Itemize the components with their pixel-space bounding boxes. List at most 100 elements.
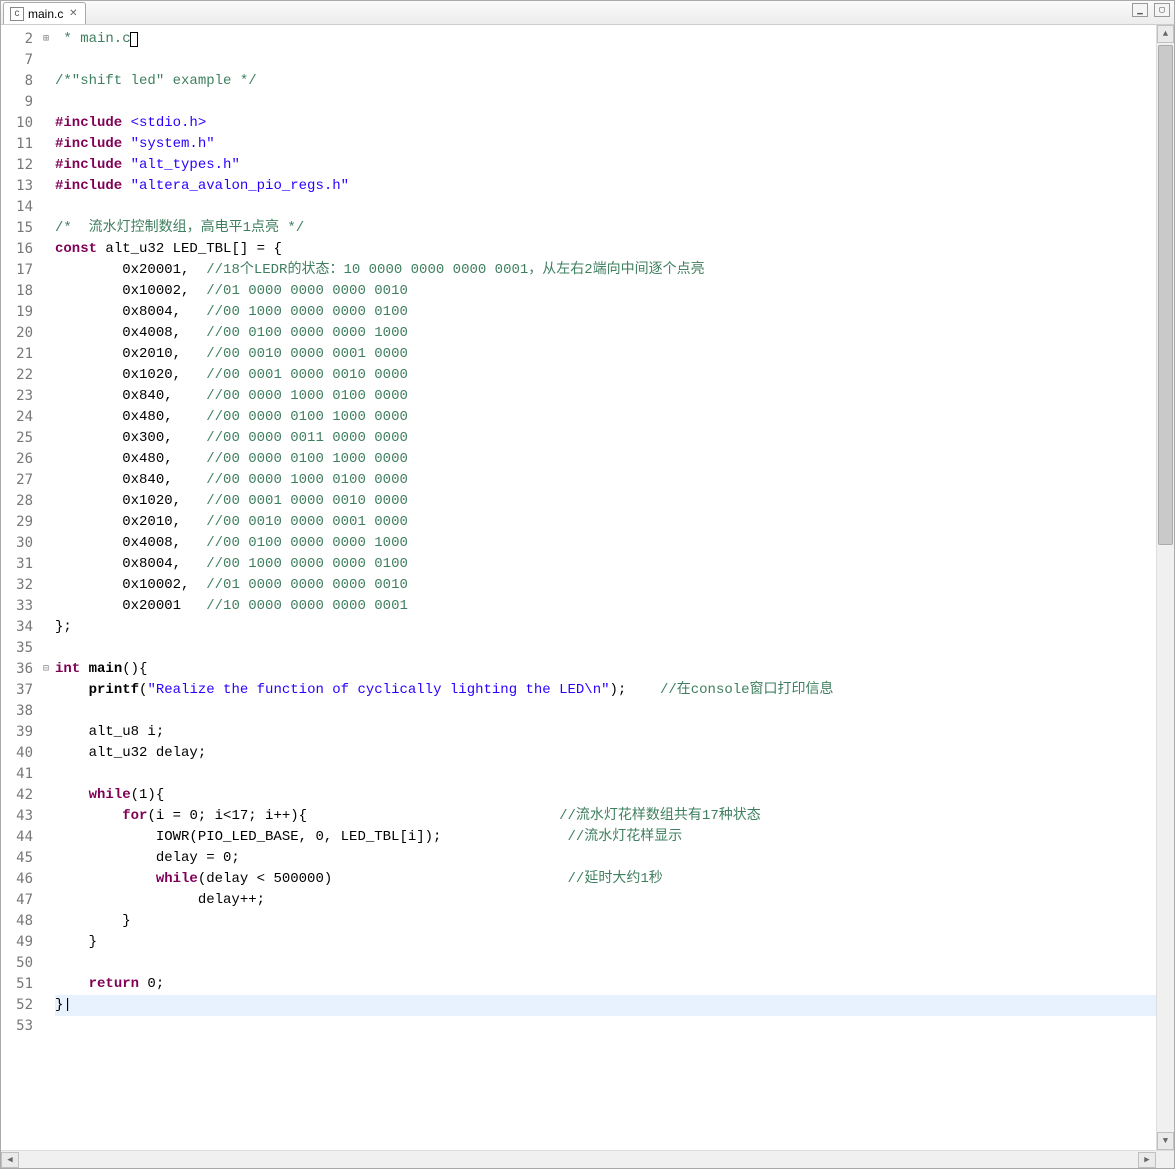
code-line[interactable]: 0x2010, //00 0010 0000 0001 0000 — [55, 512, 1156, 533]
code-line[interactable]: printf("Realize the function of cyclical… — [55, 680, 1156, 701]
code-token: 0x8004, — [55, 556, 206, 572]
code-token: 0x300, — [55, 430, 206, 446]
minimize-icon[interactable]: ▁ — [1132, 3, 1148, 17]
code-line[interactable] — [55, 953, 1156, 974]
code-line[interactable]: 0x8004, //00 1000 0000 0000 0100 — [55, 554, 1156, 575]
code-line[interactable]: 0x300, //00 0000 0011 0000 0000 — [55, 428, 1156, 449]
code-line[interactable]: #include "system.h" — [55, 134, 1156, 155]
fold-empty — [39, 50, 53, 71]
code-line[interactable]: 0x10002, //01 0000 0000 0000 0010 — [55, 575, 1156, 596]
code-token: main — [89, 661, 123, 677]
scroll-thumb[interactable] — [1158, 45, 1173, 545]
code-line[interactable]: 0x20001, //18个LEDR的状态：10 0000 0000 0000 … — [55, 260, 1156, 281]
scroll-left-icon[interactable]: ◀ — [1, 1152, 19, 1168]
close-icon[interactable]: ✕ — [67, 8, 79, 20]
code-token: return — [89, 976, 139, 992]
line-number: 45 — [5, 848, 33, 869]
line-number: 30 — [5, 533, 33, 554]
fold-empty — [39, 470, 53, 491]
code-line[interactable]: /* 流水灯控制数组，高电平1点亮 */ — [55, 218, 1156, 239]
code-line[interactable]: #include "altera_avalon_pio_regs.h" — [55, 176, 1156, 197]
code-token: ); — [610, 682, 660, 698]
code-line[interactable]: * main.c — [55, 29, 1156, 50]
code-line[interactable]: delay = 0; — [55, 848, 1156, 869]
fold-empty — [39, 92, 53, 113]
code-line[interactable]: 0x4008, //00 0100 0000 0000 1000 — [55, 323, 1156, 344]
code-line[interactable]: }; — [55, 617, 1156, 638]
code-token — [55, 682, 89, 698]
tab-main-c[interactable]: c main.c ✕ — [3, 2, 86, 24]
code-line[interactable]: return 0; — [55, 974, 1156, 995]
maximize-icon[interactable]: ▢ — [1154, 3, 1170, 17]
code-line[interactable]: int main(){ — [55, 659, 1156, 680]
code-line[interactable]: 0x2010, //00 0010 0000 0001 0000 — [55, 344, 1156, 365]
code-line[interactable] — [55, 197, 1156, 218]
code-line[interactable]: /*"shift led" example */ — [55, 71, 1156, 92]
code-line[interactable]: for(i = 0; i<17; i++){ //流水灯花样数组共有17种状态 — [55, 806, 1156, 827]
code-line[interactable]: 0x840, //00 0000 1000 0100 0000 — [55, 470, 1156, 491]
fold-empty — [39, 617, 53, 638]
code-line[interactable]: } — [55, 932, 1156, 953]
code-token: }; — [55, 619, 72, 635]
fold-empty — [39, 1016, 53, 1037]
code-line[interactable]: 0x4008, //00 0100 0000 0000 1000 — [55, 533, 1156, 554]
code-line[interactable] — [55, 764, 1156, 785]
code-line[interactable]: 0x480, //00 0000 0100 1000 0000 — [55, 449, 1156, 470]
code-token: /* 流水灯控制数组，高电平1点亮 */ — [55, 220, 304, 236]
code-line[interactable]: 0x480, //00 0000 0100 1000 0000 — [55, 407, 1156, 428]
fold-collapse-icon[interactable]: ⊟ — [39, 659, 53, 680]
code-line[interactable]: while(delay < 500000) //延时大约1秒 — [55, 869, 1156, 890]
code-line[interactable]: #include "alt_types.h" — [55, 155, 1156, 176]
code-line[interactable]: } — [55, 911, 1156, 932]
code-area[interactable]: * main.c /*"shift led" example */ #inclu… — [53, 25, 1156, 1150]
code-line[interactable]: 0x840, //00 0000 1000 0100 0000 — [55, 386, 1156, 407]
code-token: 0x840, — [55, 388, 206, 404]
code-line[interactable]: }| — [55, 995, 1156, 1016]
code-line[interactable]: #include <stdio.h> — [55, 113, 1156, 134]
code-line[interactable]: alt_u8 i; — [55, 722, 1156, 743]
code-line[interactable]: const alt_u32 LED_TBL[] = { — [55, 239, 1156, 260]
code-token: #include — [55, 115, 122, 131]
code-line[interactable]: while(1){ — [55, 785, 1156, 806]
code-token: //00 0000 0011 0000 0000 — [206, 430, 408, 446]
horizontal-scrollbar[interactable]: ◀ ▶ — [1, 1150, 1174, 1168]
fold-empty — [39, 932, 53, 953]
line-number: 22 — [5, 365, 33, 386]
code-line[interactable]: delay++; — [55, 890, 1156, 911]
code-line[interactable] — [55, 1016, 1156, 1037]
code-line[interactable] — [55, 50, 1156, 71]
scroll-right-icon[interactable]: ▶ — [1138, 1152, 1156, 1168]
line-number: 50 — [5, 953, 33, 974]
code-line[interactable]: 0x1020, //00 0001 0000 0010 0000 — [55, 365, 1156, 386]
fold-empty — [39, 596, 53, 617]
scroll-up-icon[interactable]: ▲ — [1157, 25, 1174, 43]
code-token — [55, 976, 89, 992]
fold-empty — [39, 197, 53, 218]
code-line[interactable]: alt_u32 delay; — [55, 743, 1156, 764]
window-controls: ▁ ▢ — [1132, 3, 1170, 17]
code-line[interactable] — [55, 701, 1156, 722]
code-token: //00 1000 0000 0000 0100 — [206, 304, 408, 320]
code-line[interactable]: 0x20001 //10 0000 0000 0000 0001 — [55, 596, 1156, 617]
line-number: 33 — [5, 596, 33, 617]
code-line[interactable] — [55, 638, 1156, 659]
code-token: //00 0000 1000 0100 0000 — [206, 472, 408, 488]
code-token: while — [89, 787, 131, 803]
fold-empty — [39, 554, 53, 575]
code-token: 0x1020, — [55, 493, 206, 509]
line-number: 40 — [5, 743, 33, 764]
vertical-scrollbar[interactable]: ▲ ▼ — [1156, 25, 1174, 1150]
code-line[interactable]: 0x8004, //00 1000 0000 0000 0100 — [55, 302, 1156, 323]
fold-expand-icon[interactable]: ⊞ — [39, 29, 53, 50]
code-token: 0x2010, — [55, 514, 206, 530]
fold-empty — [39, 890, 53, 911]
code-token: for — [122, 808, 147, 824]
code-token: * main.c — [55, 31, 131, 47]
code-line[interactable]: IOWR(PIO_LED_BASE, 0, LED_TBL[i]); //流水灯… — [55, 827, 1156, 848]
fold-empty — [39, 974, 53, 995]
scroll-down-icon[interactable]: ▼ — [1157, 1132, 1174, 1150]
code-line[interactable]: 0x10002, //01 0000 0000 0000 0010 — [55, 281, 1156, 302]
code-line[interactable] — [55, 92, 1156, 113]
code-line[interactable]: 0x1020, //00 0001 0000 0010 0000 — [55, 491, 1156, 512]
line-number: 49 — [5, 932, 33, 953]
